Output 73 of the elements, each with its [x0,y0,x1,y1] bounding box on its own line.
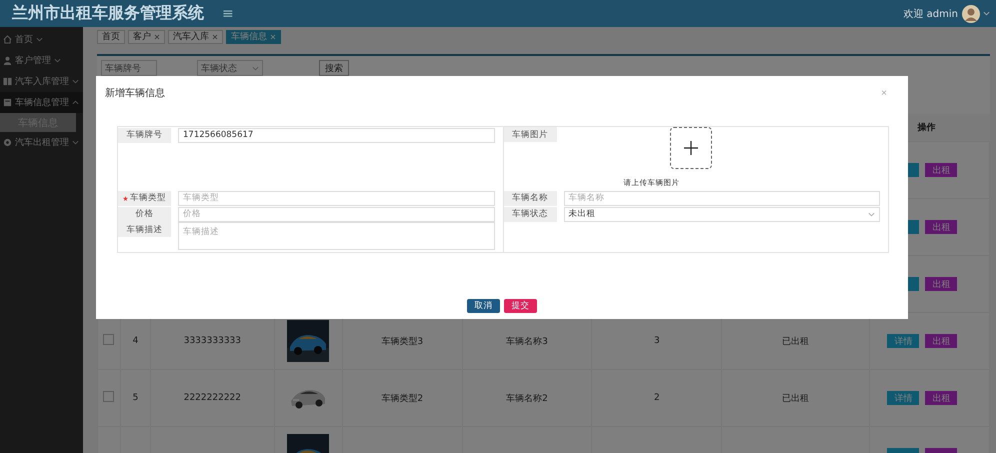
sidebar-item[interactable]: 客户管理 [0,50,83,71]
menu-icon[interactable]: ≡ [222,6,234,22]
row-checkbox[interactable] [103,391,114,402]
table-cell: 4 [132,336,138,346]
table-cell: 已出租 [782,394,810,404]
detail-button[interactable]: 详情 [887,334,920,348]
field-label: 车辆描述 [118,222,171,237]
chevron-up-icon [72,100,79,105]
tab[interactable]: 汽车入库 [168,30,223,44]
table-cell: 3333333333 [184,336,241,346]
rent-button[interactable]: 出租 [925,220,958,234]
text-field[interactable]: 1712566085617 [178,128,494,142]
table-cell: 车辆类型3 [381,336,424,346]
table-cell: 车辆类型2 [381,394,424,404]
tab[interactable]: 客户 [128,30,165,44]
field-label: 价格 [118,206,171,222]
home-icon [3,35,12,44]
detail-button[interactable]: 详情 [887,391,920,405]
field-label: 车辆图片 [504,127,556,142]
rent-button[interactable]: 出租 [925,334,958,348]
row-checkbox[interactable] [103,334,114,345]
text-field[interactable]: 车辆类型 [178,190,494,206]
column-header: 操作 [917,123,936,133]
user-icon [3,56,12,65]
table-cell: 2222222222 [184,393,241,403]
plus-icon [684,141,698,155]
field-label: 车辆名称 [504,190,556,206]
text-field[interactable]: 车辆名称 [564,190,880,206]
tab[interactable]: 首页 [97,30,125,44]
document-icon [3,98,12,107]
tab[interactable]: 车辆信息 [226,30,281,44]
gear-icon [3,138,12,147]
avatar-icon[interactable] [962,4,980,22]
table-cell: 5 [132,393,138,403]
chevron-down-icon [252,66,259,70]
chevron-down-icon [72,140,79,145]
chevron-down-icon[interactable] [983,11,990,16]
field-label: 车辆类型 [118,190,171,206]
chevron-down-icon [868,212,875,216]
chevron-down-icon [36,37,43,42]
required-icon [123,196,128,200]
app-title: 兰州市出租车服务管理系统 [12,3,204,24]
rent-button[interactable]: 出租 [925,163,958,177]
welcome-text: 欢迎 admin [903,8,958,20]
sidebar-item[interactable]: 首页 [0,29,83,50]
select-field[interactable]: 未出租 [564,206,880,222]
close-icon[interactable] [154,34,160,40]
text-field[interactable]: 价格 [178,206,494,222]
chevron-down-icon [54,58,61,63]
table-cell: 3 [654,336,660,346]
search-button[interactable]: 搜索 [319,60,349,76]
dialog-title: 新增车辆信息 [105,86,165,100]
grid-icon [3,77,12,86]
table-cell: 车辆名称2 [506,394,548,404]
chevron-down-icon [72,79,79,84]
textarea-field[interactable]: 车辆描述 [178,222,494,250]
rent-button[interactable]: 出租 [925,277,958,291]
table-cell: 车辆名称3 [506,336,548,346]
status-select[interactable]: 车辆状态 [197,60,263,76]
submit-button[interactable]: 提交 [504,299,537,313]
close-icon[interactable] [212,34,218,40]
rent-button[interactable]: 出租 [925,391,958,405]
table-cell: 2 [654,393,660,403]
table-cell: 已出租 [782,336,810,346]
sidebar-item[interactable]: 汽车入库管理 [0,71,83,92]
cancel-button[interactable]: 取消 [467,299,500,313]
field-label: 车辆牌号 [118,128,171,142]
sidebar-item[interactable]: 汽车出租管理 [0,132,83,153]
sidebar-item[interactable]: 车辆信息管理 [0,92,83,113]
upload-button[interactable] [670,127,712,169]
field-label: 车辆状态 [504,206,556,222]
close-button[interactable]: × [881,88,887,98]
plate-search-field[interactable]: 车辆牌号 [101,60,157,76]
